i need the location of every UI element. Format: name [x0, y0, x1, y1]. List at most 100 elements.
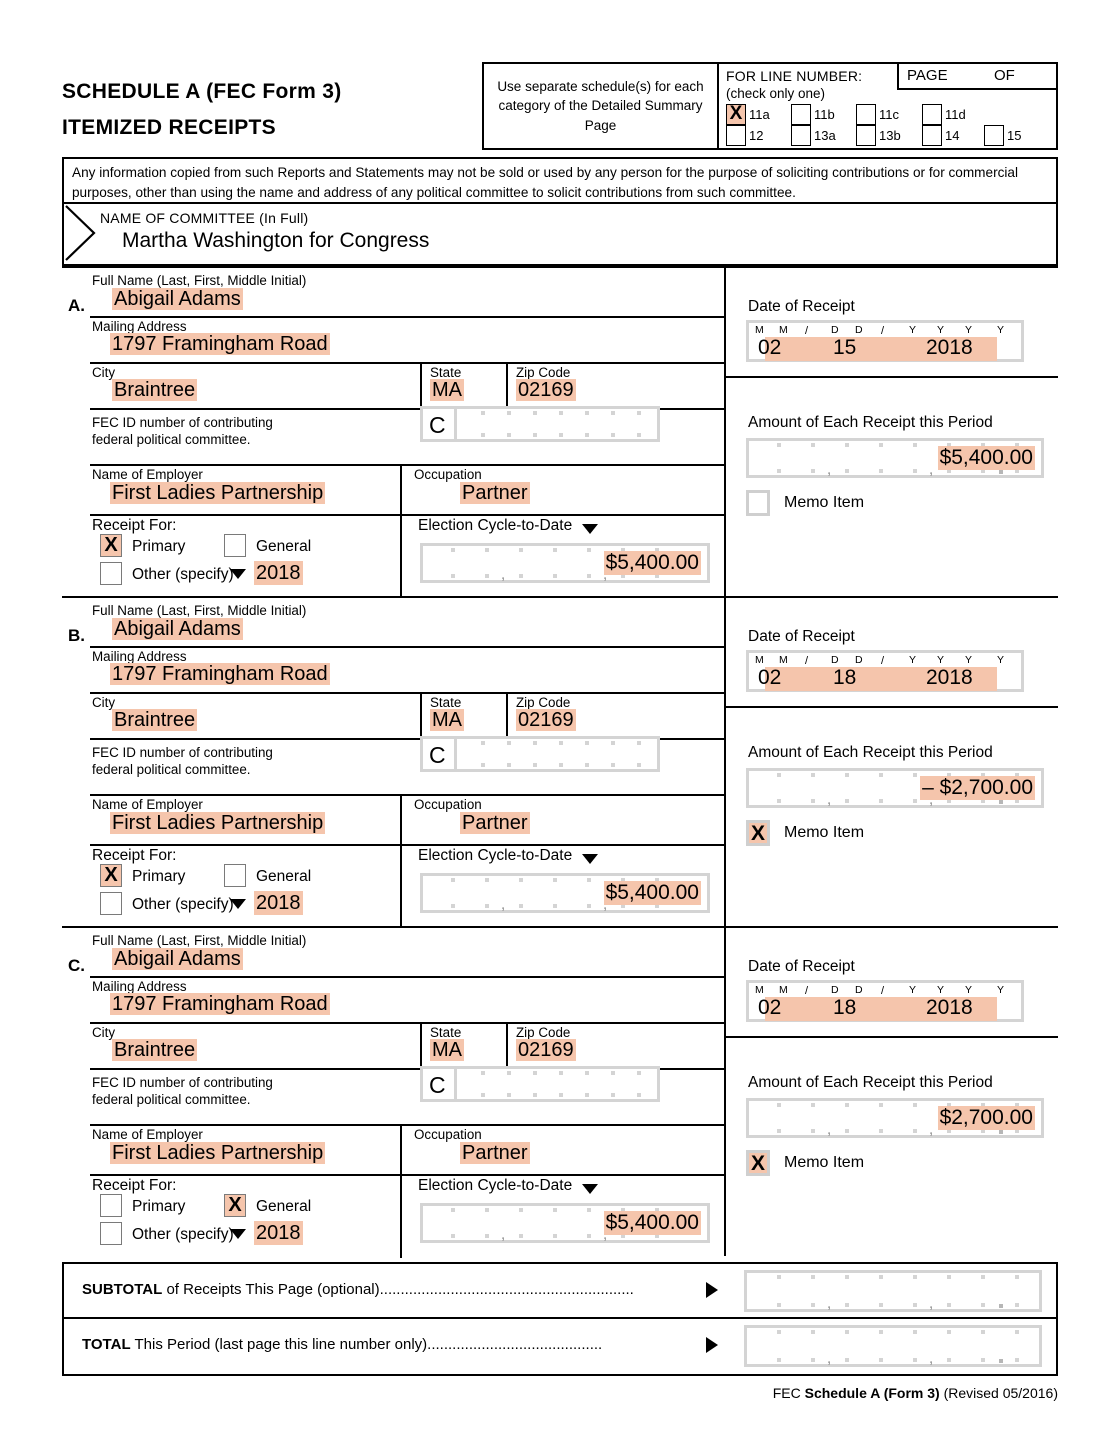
checkbox-memo-item-a[interactable] — [746, 490, 770, 516]
divider-receiptfor-cycle-b — [400, 844, 402, 928]
value-election-cycle-c[interactable]: $5,400.00 — [603, 1211, 701, 1235]
checkbox-primary-b[interactable]: X — [100, 864, 122, 887]
dropdown-caret-other-c[interactable] — [230, 1229, 246, 1239]
checkbox-11c[interactable] — [856, 104, 876, 125]
value-employer-c[interactable]: First Ladies Partnership — [110, 1142, 326, 1164]
checkbox-15[interactable] — [984, 125, 1004, 146]
checkbox-11a[interactable]: X — [726, 103, 746, 125]
dropdown-caret-other-a[interactable] — [230, 569, 246, 579]
checkbox-other-b[interactable] — [100, 892, 122, 915]
date-of-receipt-input-c[interactable]: M M / D D / Y Y Y Y 02 18 2018 — [746, 980, 1024, 1022]
value-mailing-address-b[interactable]: 1797 Framingham Road — [110, 663, 330, 685]
value-date-mm-b[interactable]: 02 — [758, 667, 781, 688]
checkbox-13b[interactable] — [856, 125, 876, 146]
value-state-b[interactable]: MA — [430, 709, 464, 731]
value-occupation-b[interactable]: Partner — [460, 812, 530, 834]
committee-name-value[interactable]: Martha Washington for Congress — [122, 229, 429, 253]
page-of-field[interactable]: PAGE OF — [897, 64, 1056, 90]
checkbox-11b[interactable] — [791, 104, 811, 125]
checkbox-general-a[interactable] — [224, 534, 246, 557]
value-date-yyyy-b[interactable]: 2018 — [926, 667, 973, 688]
value-other-b[interactable]: 2018 — [254, 891, 303, 915]
value-mailing-address-c[interactable]: 1797 Framingham Road — [110, 993, 330, 1015]
label-election-cycle-b: Election Cycle-to-Date — [418, 847, 573, 864]
label-fec-id-line2-a: federal political committee. — [92, 432, 251, 447]
dropdown-caret-other-b[interactable] — [230, 899, 246, 909]
value-amount-b[interactable]: – $2,700.00 — [920, 776, 1035, 800]
record-a-left-column: A. Full Name (Last, First, Middle Initia… — [62, 268, 726, 598]
value-election-cycle-a[interactable]: $5,400.00 — [603, 551, 701, 575]
date-of-receipt-input-b[interactable]: M M / D D / Y Y Y Y 02 18 2018 — [746, 650, 1024, 692]
checkbox-memo-item-c[interactable]: X — [746, 1150, 770, 1176]
checkbox-general-c[interactable]: X — [224, 1194, 246, 1217]
label-general-c: General — [256, 1198, 312, 1215]
dropdown-caret-cycle-c[interactable] — [582, 1184, 598, 1194]
total-input[interactable]: , , — [744, 1325, 1042, 1367]
fec-id-input-c[interactable]: C — [420, 1066, 660, 1102]
comma-separator: , — [929, 1121, 934, 1138]
value-occupation-c[interactable]: Partner — [460, 1142, 530, 1164]
value-other-c[interactable]: 2018 — [254, 1221, 303, 1245]
divider-address-a — [90, 362, 724, 364]
value-occupation-a[interactable]: Partner — [460, 482, 530, 504]
value-date-dd-a[interactable]: 15 — [833, 337, 856, 358]
checkbox-13a[interactable] — [791, 125, 811, 146]
value-date-yyyy-c[interactable]: 2018 — [926, 997, 973, 1018]
date-label-y1-c: Y — [909, 984, 917, 996]
checkbox-other-c[interactable] — [100, 1222, 122, 1245]
fec-id-cells-a — [457, 409, 657, 439]
amount-input-c[interactable]: , , $2,700.00 — [746, 1098, 1044, 1138]
divider-address-b — [90, 692, 724, 694]
value-state-a[interactable]: MA — [430, 379, 464, 401]
value-zip-c[interactable]: 02169 — [516, 1039, 576, 1061]
value-election-cycle-b[interactable]: $5,400.00 — [603, 881, 701, 905]
value-mailing-address-a[interactable]: 1797 Framingham Road — [110, 333, 330, 355]
value-full-name-c[interactable]: Abigail Adams — [112, 948, 243, 970]
amount-input-b[interactable]: , , – $2,700.00 — [746, 768, 1044, 808]
value-date-dd-c[interactable]: 18 — [833, 997, 856, 1018]
date-label-m1-c: M — [755, 984, 765, 996]
value-employer-b[interactable]: First Ladies Partnership — [110, 812, 326, 834]
fec-id-input-b[interactable]: C — [420, 736, 660, 772]
checkbox-memo-item-b[interactable]: X — [746, 820, 770, 846]
election-cycle-input-b[interactable]: , , $5,400.00 — [420, 873, 710, 913]
value-full-name-a[interactable]: Abigail Adams — [112, 288, 243, 310]
fec-id-input-a[interactable]: C — [420, 406, 660, 442]
value-other-a[interactable]: 2018 — [254, 561, 303, 585]
value-date-yyyy-a[interactable]: 2018 — [926, 337, 973, 358]
dropdown-caret-cycle-a[interactable] — [582, 524, 598, 534]
value-employer-a[interactable]: First Ladies Partnership — [110, 482, 326, 504]
checkbox-11d[interactable] — [922, 104, 942, 125]
checkbox-14[interactable] — [922, 125, 942, 146]
date-label-y2-b: Y — [937, 654, 945, 666]
dropdown-caret-cycle-b[interactable] — [582, 854, 598, 864]
check-only-one-label: (check only one) — [726, 86, 826, 101]
value-amount-a[interactable]: $5,400.00 — [937, 446, 1035, 470]
value-city-b[interactable]: Braintree — [112, 709, 198, 731]
subtotal-input[interactable]: , , — [744, 1270, 1042, 1312]
value-city-a[interactable]: Braintree — [112, 379, 198, 401]
checkbox-primary-c[interactable] — [100, 1194, 122, 1217]
election-cycle-input-c[interactable]: , , $5,400.00 — [420, 1203, 710, 1243]
value-full-name-b[interactable]: Abigail Adams — [112, 618, 243, 640]
value-date-mm-a[interactable]: 02 — [758, 337, 781, 358]
election-cycle-input-a[interactable]: , , $5,400.00 — [420, 543, 710, 583]
amount-input-a[interactable]: , , $5,400.00 — [746, 438, 1044, 478]
fec-id-prefix-c: C — [423, 1069, 457, 1099]
value-zip-b[interactable]: 02169 — [516, 709, 576, 731]
value-city-c[interactable]: Braintree — [112, 1039, 198, 1061]
checkbox-primary-a[interactable]: X — [100, 534, 122, 557]
checkbox-general-b[interactable] — [224, 864, 246, 887]
record-a-right-column: Date of Receipt M M / D D / Y Y Y Y 02 1… — [726, 268, 1058, 596]
date-label-d1-a: D — [831, 324, 840, 336]
date-of-receipt-input-a[interactable]: M M / D D / Y Y Y Y 02 15 2018 — [746, 320, 1024, 362]
divider-city-state-a — [420, 362, 422, 408]
value-date-dd-b[interactable]: 18 — [833, 667, 856, 688]
value-date-mm-c[interactable]: 02 — [758, 997, 781, 1018]
date-label-y3-c: Y — [965, 984, 973, 996]
checkbox-12[interactable] — [726, 125, 746, 146]
checkbox-other-a[interactable] — [100, 562, 122, 585]
value-zip-a[interactable]: 02169 — [516, 379, 576, 401]
value-state-c[interactable]: MA — [430, 1039, 464, 1061]
value-amount-c[interactable]: $2,700.00 — [937, 1106, 1035, 1130]
